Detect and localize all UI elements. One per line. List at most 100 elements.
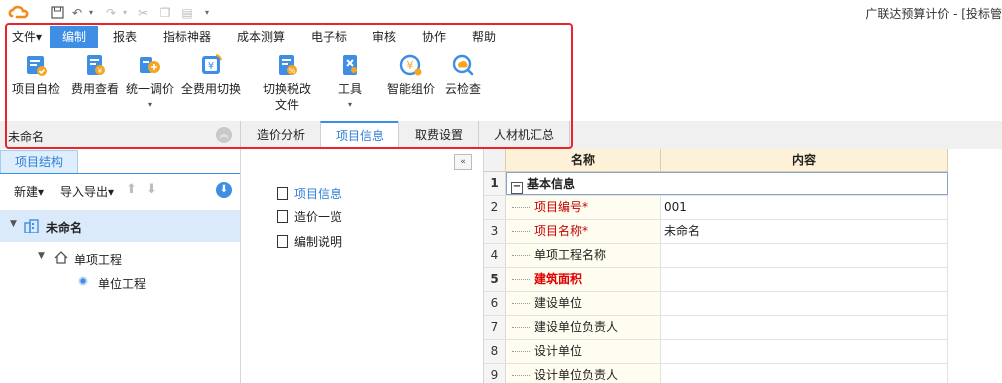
left-panel-tabs: 项目结构 xyxy=(0,149,240,174)
table-row[interactable]: 8 设计单位 xyxy=(484,340,948,364)
document-bar: 未命名 ︽ 造价分析 项目信息 取费设置 人材机汇总 xyxy=(0,121,1002,150)
table-row-group[interactable]: 1 − 基本信息 xyxy=(484,172,948,196)
tree-node-project[interactable]: ▼ 未命名 xyxy=(0,210,240,242)
menu-cost-estimate[interactable]: 成本测算 xyxy=(228,26,294,48)
project-info-grid: 名称 内容 1 − 基本信息 2 项目编号* 001 3 项目名称* 未命名 4 … xyxy=(484,149,1002,383)
tab-project-structure[interactable]: 项目结构 xyxy=(0,150,78,173)
svg-text:¥: ¥ xyxy=(98,67,103,75)
nav-item-project-info[interactable]: 项目信息 xyxy=(277,185,342,202)
tab-labor-material-summary[interactable]: 人材机汇总 xyxy=(478,121,570,149)
menu-file[interactable]: 文件▾ xyxy=(8,26,46,48)
value-cell[interactable]: 未命名 xyxy=(661,220,948,243)
document-name: 未命名 xyxy=(8,130,45,144)
tab-fee-settings[interactable]: 取费设置 xyxy=(398,121,479,149)
switch-tax-file-button[interactable]: % 切换税改 文件 xyxy=(254,48,320,118)
expand-download-icon[interactable]: ⬇ xyxy=(216,182,232,198)
smart-price-icon: ¥ xyxy=(399,54,422,76)
name-cell: 建设单位 xyxy=(506,292,661,315)
unit-dot-icon xyxy=(78,275,88,289)
cut-icon[interactable]: ✂ xyxy=(136,6,150,20)
menu-help[interactable]: 帮助 xyxy=(462,26,506,48)
full-cost-switch-button[interactable]: ¥ 全费用切换 xyxy=(178,48,244,118)
name-cell: 建筑面积 xyxy=(506,268,661,291)
tree-node-unit-project[interactable]: 单位工程 xyxy=(0,266,240,298)
document-icon xyxy=(277,235,288,248)
tab-cost-analysis[interactable]: 造价分析 xyxy=(240,121,321,149)
menu-edit[interactable]: 编制 xyxy=(50,26,98,48)
save-icon[interactable] xyxy=(50,6,64,20)
ribbon-label: 工具 xyxy=(337,82,362,96)
ribbon-label: 切换税改 xyxy=(262,82,311,96)
cloud-check-button[interactable]: 云检查 xyxy=(440,48,486,118)
smart-pricing-button[interactable]: ¥ 智能组价 xyxy=(382,48,440,118)
nav-item-cost-overview[interactable]: 造价一览 xyxy=(277,208,342,225)
document-icon xyxy=(277,187,288,200)
unified-price-adjust-button[interactable]: 统一调价 ▾ xyxy=(124,48,176,118)
app-title: 广联达预算计价 - [投标管 xyxy=(865,7,1002,21)
table-row[interactable]: 4 单项工程名称 xyxy=(484,244,948,268)
tree-collapse-icon[interactable]: ▼ xyxy=(38,251,45,261)
undo-dropdown-icon[interactable]: ▾ xyxy=(84,6,98,20)
menu-collaborate[interactable]: 协作 xyxy=(412,26,456,48)
value-cell[interactable] xyxy=(661,364,948,383)
row-number: 3 xyxy=(484,220,506,243)
row-number: 7 xyxy=(484,316,506,339)
menu-e-bid[interactable]: 电子标 xyxy=(302,26,356,48)
value-cell[interactable] xyxy=(661,292,948,315)
tree-collapse-icon[interactable]: ▼ xyxy=(10,219,17,229)
tools-button[interactable]: 工具 ▾ xyxy=(328,48,372,118)
value-cell[interactable] xyxy=(661,244,948,267)
move-up-icon[interactable]: ⬆ xyxy=(126,182,137,197)
row-number: 9 xyxy=(484,364,506,383)
customize-quick-access-icon[interactable]: ▾ xyxy=(200,6,214,20)
row-number: 2 xyxy=(484,196,506,219)
paste-icon[interactable]: ▤ xyxy=(180,6,194,20)
tool-icon xyxy=(343,55,357,75)
value-cell[interactable]: 001 xyxy=(661,196,948,219)
copy-icon[interactable]: ❐ xyxy=(158,6,172,20)
menu-index-tool[interactable]: 指标神器 xyxy=(154,26,220,48)
collapse-panel-icon[interactable]: « xyxy=(454,154,472,170)
tree-node-label: 单位工程 xyxy=(98,277,147,291)
ribbon-label: 统一调价 xyxy=(125,82,174,96)
move-down-icon[interactable]: ⬇ xyxy=(146,182,157,197)
project-self-check-button[interactable]: 项目自检 xyxy=(6,48,66,118)
table-row[interactable]: 9 设计单位负责人 xyxy=(484,364,948,383)
table-row[interactable]: 7 建设单位负责人 xyxy=(484,316,948,340)
import-export-button[interactable]: 导入导出▾ xyxy=(60,183,114,200)
table-row[interactable]: 6 建设单位 xyxy=(484,292,948,316)
value-cell[interactable] xyxy=(661,340,948,363)
ribbon-label: 项目自检 xyxy=(11,82,60,96)
ribbon-label: 智能组价 xyxy=(386,82,435,96)
new-button[interactable]: 新建▾ xyxy=(14,183,44,200)
value-cell[interactable] xyxy=(661,268,948,291)
table-row[interactable]: 5 建筑面积 xyxy=(484,268,948,292)
full-cost-switch-icon: ¥ xyxy=(202,54,222,74)
menu-review[interactable]: 审核 xyxy=(362,26,406,48)
ribbon-toolbar: 项目自检 ¥ 费用查看 统一调价 ▾ ¥ 全费用切换 % 切换税改 文件 工具 … xyxy=(0,48,1002,121)
table-row[interactable]: 2 项目编号* 001 xyxy=(484,196,948,220)
redo-icon[interactable]: ↷ xyxy=(104,6,118,20)
collapse-group-icon[interactable]: − xyxy=(511,182,523,194)
project-structure-panel: 项目结构 新建▾ 导入导出▾ ⬆ ⬇ ⬇ ▼ 未命名 ▼ 单项工程 单位工程 xyxy=(0,149,241,383)
menu-report[interactable]: 报表 xyxy=(104,26,146,48)
ribbon-label: 费用查看 xyxy=(70,82,119,96)
document-icon xyxy=(277,210,288,223)
tab-project-info[interactable]: 项目信息 xyxy=(320,121,399,149)
table-row[interactable]: 3 项目名称* 未命名 xyxy=(484,220,948,244)
group-cell[interactable]: − 基本信息 xyxy=(506,172,948,195)
cost-view-button[interactable]: ¥ 费用查看 xyxy=(66,48,124,118)
nav-item-description[interactable]: 编制说明 xyxy=(277,233,342,250)
name-cell: 设计单位 xyxy=(506,340,661,363)
cloud-check-icon xyxy=(452,54,474,76)
ribbon-label: 云检查 xyxy=(444,82,481,96)
value-cell[interactable] xyxy=(661,316,948,339)
redo-dropdown-icon[interactable]: ▾ xyxy=(118,6,132,20)
row-number: 8 xyxy=(484,340,506,363)
svg-text:¥: ¥ xyxy=(208,61,214,72)
collapse-ribbon-icon[interactable]: ︽ xyxy=(216,127,232,143)
tax-switch-icon: % xyxy=(279,55,297,75)
undo-icon[interactable]: ↶ xyxy=(70,6,84,20)
dropdown-arrow-icon: ▾ xyxy=(147,100,152,109)
svg-text:¥: ¥ xyxy=(407,59,414,72)
